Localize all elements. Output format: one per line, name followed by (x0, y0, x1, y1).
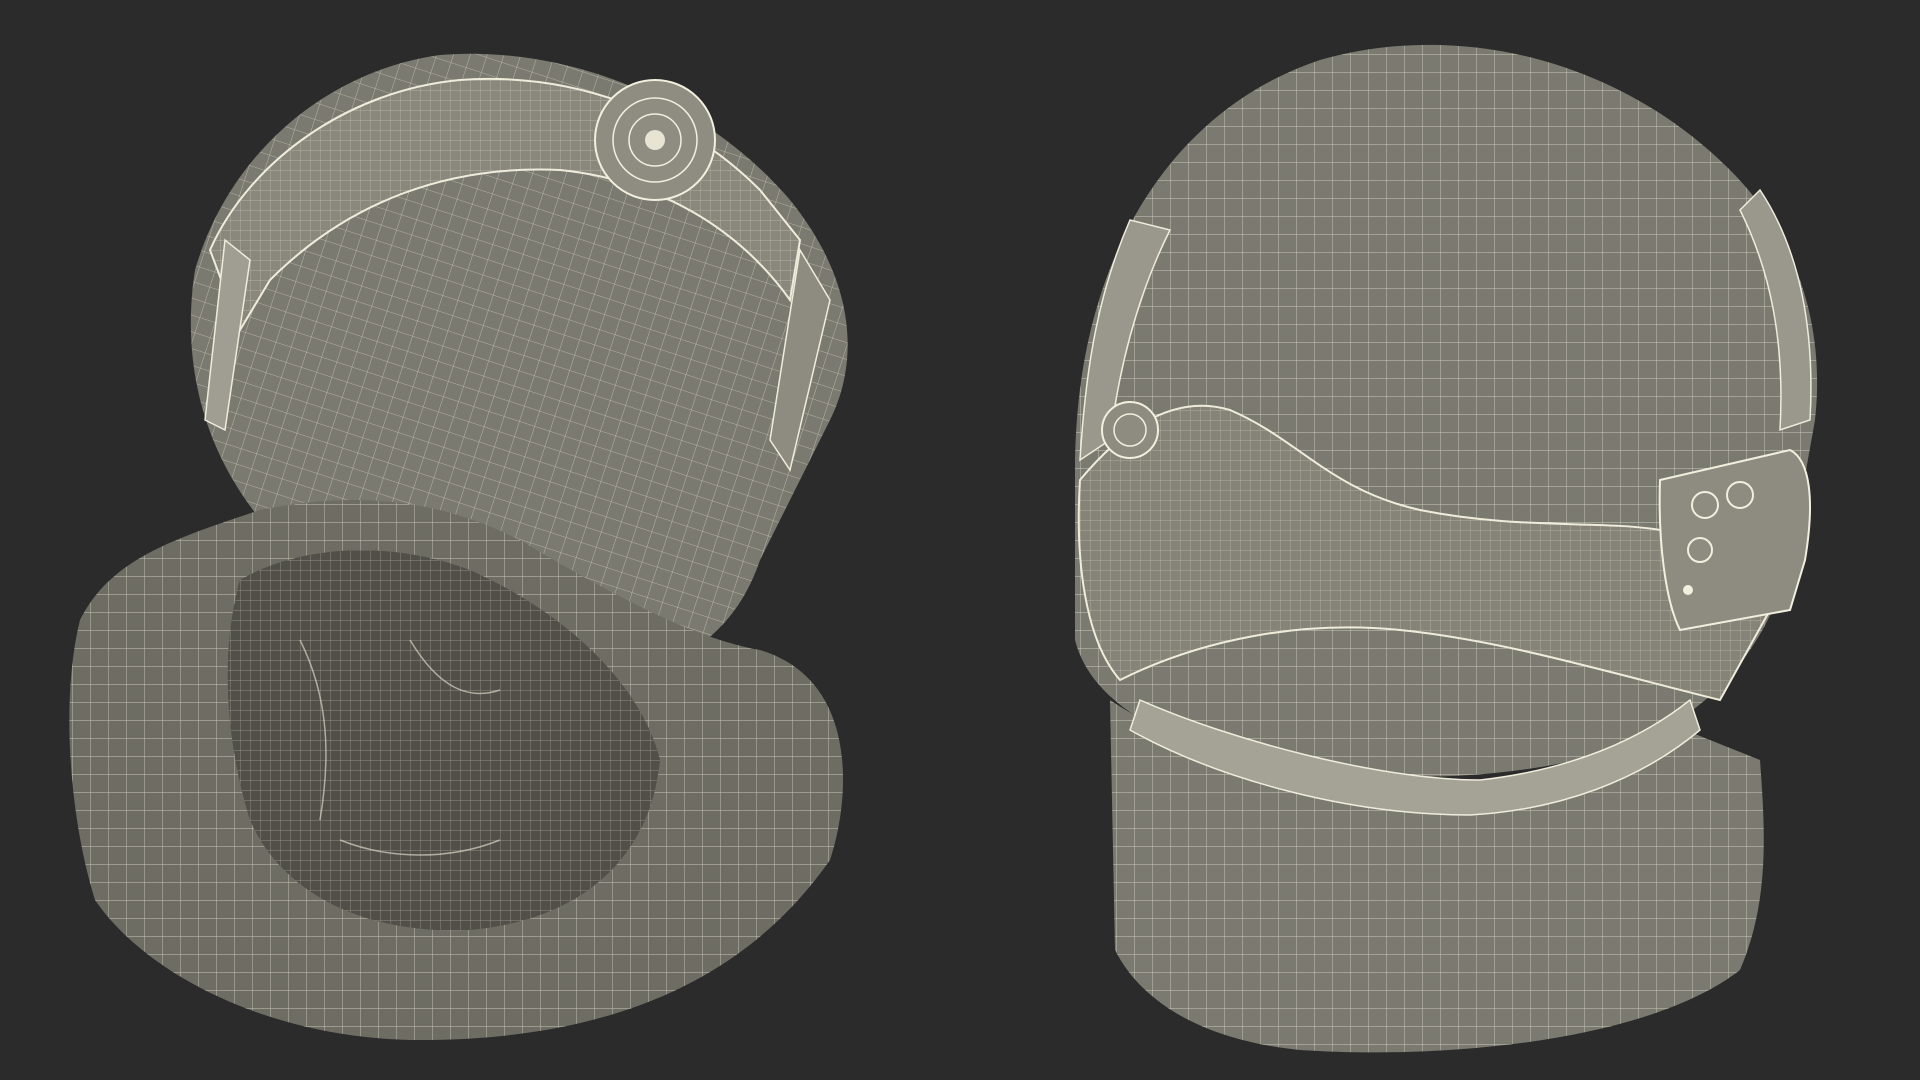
helmet-top-view (1075, 44, 1818, 1053)
side-control-plate (1658, 448, 1811, 632)
side-dial (1101, 401, 1159, 459)
dial-ornament (594, 79, 716, 201)
render-viewport (0, 0, 1920, 1080)
helmet-underside-view (69, 53, 848, 1040)
wireframe-render (69, 44, 1818, 1053)
